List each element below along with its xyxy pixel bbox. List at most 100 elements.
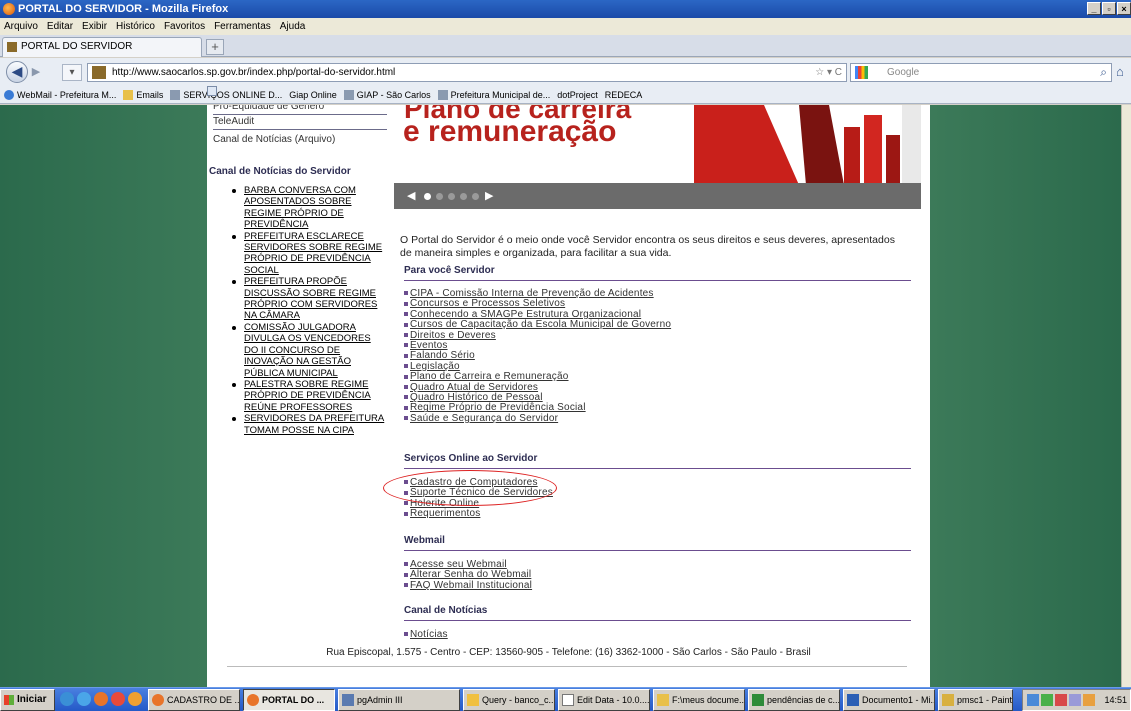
- news-item[interactable]: SERVIDORES DA PREFEITURA TOMAM POSSE NA …: [232, 413, 387, 436]
- banner-next-arrow-icon[interactable]: ▶: [485, 189, 493, 202]
- news-item[interactable]: COMISSÃO JULGADORA DIVULGA OS VENCEDORES…: [232, 322, 387, 379]
- banner-dot-2[interactable]: [436, 193, 443, 200]
- taskbar-item-word[interactable]: Documento1 - Mi...: [843, 689, 935, 711]
- taskbar-item-paint[interactable]: pmsc1 - Paint: [938, 689, 1013, 711]
- home-icon[interactable]: ⌂: [1116, 64, 1124, 79]
- bookmark-webmail[interactable]: WebMail - Prefeitura M...: [4, 89, 116, 100]
- section-title-webmail: Webmail: [404, 535, 911, 551]
- site-identity-icon[interactable]: [92, 66, 106, 79]
- search-input[interactable]: Google ⌕: [850, 63, 1112, 82]
- link-item[interactable]: Saúde e Segurança do Servidor: [404, 413, 671, 424]
- address-bar[interactable]: http://www.saocarlos.sp.gov.br/index.php…: [87, 63, 847, 82]
- bookmark-emails[interactable]: Emails: [123, 89, 164, 100]
- network-icon[interactable]: [1027, 694, 1039, 706]
- link-item[interactable]: Requerimentos: [404, 509, 553, 519]
- update-icon[interactable]: [1055, 694, 1067, 706]
- bullet-icon: [404, 332, 408, 337]
- taskbar-item-portal[interactable]: PORTAL DO ...: [243, 689, 335, 711]
- ie-icon[interactable]: [60, 692, 74, 706]
- new-tab-button[interactable]: +: [206, 39, 224, 55]
- windows-logo-icon: [4, 695, 14, 705]
- bookmark-redeca[interactable]: REDECA: [207, 86, 642, 100]
- word-icon: [847, 694, 859, 706]
- taskbar-item-query[interactable]: Query - banco_c...: [463, 689, 555, 711]
- footer-divider: [227, 666, 907, 667]
- banner-line2: e remuneração: [403, 115, 617, 148]
- news-item[interactable]: BARBA CONVERSA COM APOSENTADOS SOBRE REG…: [232, 185, 387, 231]
- firefox-icon: [3, 3, 15, 15]
- bookmark-label: Emails: [136, 89, 164, 100]
- link-item[interactable]: Notícias: [404, 629, 448, 640]
- menu-favoritos[interactable]: Favoritos: [164, 21, 205, 32]
- banner-slideshow[interactable]: Plano de carreira e remuneração ◀ ▶: [394, 105, 921, 209]
- link-label: Legislação: [410, 360, 460, 372]
- chrome-icon[interactable]: [111, 692, 125, 706]
- taskbar-item-label: pgAdmin III: [357, 695, 403, 705]
- search-placeholder: Google: [887, 67, 920, 78]
- start-button[interactable]: Iniciar: [0, 689, 55, 711]
- bookmark-dotproject[interactable]: dotProject: [207, 86, 598, 100]
- bookmark-giap-online[interactable]: Giap Online: [207, 86, 337, 100]
- table-icon: [562, 694, 574, 706]
- news-item[interactable]: PREFEITURA PROPÕE DISCUSSÃO SOBRE REGIME…: [232, 276, 387, 322]
- taskbar-item-pgadmin[interactable]: pgAdmin III: [338, 689, 460, 711]
- bookmark-servicos-online[interactable]: SERVIÇOS ONLINE D...: [170, 89, 282, 100]
- folder-icon: [657, 694, 669, 706]
- banner-dot-5[interactable]: [472, 193, 479, 200]
- bookmark-prefeitura[interactable]: Prefeitura Municipal de...: [437, 89, 550, 100]
- forward-button[interactable]: ▶: [28, 64, 44, 80]
- news-item[interactable]: PREFEITURA ESCLARECE SERVIDORES SOBRE RE…: [232, 231, 387, 277]
- window-title: PORTAL DO SERVIDOR - Mozilla Firefox: [18, 3, 229, 15]
- menu-arquivo[interactable]: Arquivo: [4, 21, 38, 32]
- tab-bar: PORTAL DO SERVIDOR +: [0, 35, 1131, 57]
- bookmark-giap-sao-carlos[interactable]: GIAP - São Carlos: [343, 89, 431, 100]
- minimize-button[interactable]: _: [1087, 2, 1101, 15]
- link-label: Direitos e Deveres: [410, 329, 496, 341]
- volume-icon[interactable]: [1069, 694, 1081, 706]
- vertical-scrollbar[interactable]: [1121, 105, 1131, 687]
- link-canal-noticias-arquivo[interactable]: Canal de Notícias (Arquivo): [213, 132, 387, 147]
- tab-portal-do-servidor[interactable]: PORTAL DO SERVIDOR: [2, 37, 202, 57]
- menu-ferramentas[interactable]: Ferramentas: [214, 21, 271, 32]
- section-title-canal-noticias: Canal de Notícias: [404, 605, 911, 621]
- banner-dot-3[interactable]: [448, 193, 455, 200]
- history-dropdown-button[interactable]: ▾: [62, 64, 82, 81]
- menu-editar[interactable]: Editar: [47, 21, 73, 32]
- bullet-icon: [404, 562, 408, 567]
- google-icon[interactable]: [855, 66, 868, 79]
- site-icon: [170, 89, 181, 100]
- search-icon[interactable]: ⌕: [1100, 64, 1107, 81]
- menu-ajuda[interactable]: Ajuda: [280, 21, 306, 32]
- close-button[interactable]: ×: [1117, 2, 1131, 15]
- firefox-icon[interactable]: [94, 692, 108, 706]
- messenger-icon[interactable]: [1083, 694, 1095, 706]
- link-label: Alterar Senha do Webmail: [410, 569, 532, 581]
- taskbar-item-label: F:\meus docume...: [672, 695, 745, 705]
- quick-launch: [60, 692, 145, 706]
- url-controls[interactable]: ☆ ▾ C: [815, 64, 842, 81]
- banner-prev-arrow-icon[interactable]: ◀: [407, 189, 415, 202]
- link-item[interactable]: FAQ Webmail Institucional: [404, 580, 532, 591]
- link-teleaudit[interactable]: TeleAudit: [213, 114, 387, 130]
- news-item[interactable]: PALESTRA SOBRE REGIME PRÓPRIO DE PREVIDÊ…: [232, 379, 387, 413]
- banner-dot-4[interactable]: [460, 193, 467, 200]
- banner-dot-1[interactable]: [424, 193, 431, 200]
- taskbar-item-label: Query - banco_c...: [482, 695, 555, 705]
- clock: 14:51: [1104, 695, 1127, 705]
- menu-exibir[interactable]: Exibir: [82, 21, 107, 32]
- taskbar-item-explorer[interactable]: F:\meus docume...: [653, 689, 745, 711]
- back-button[interactable]: ◀: [6, 61, 28, 83]
- taskbar-item-label: pendências de c...: [767, 695, 840, 705]
- link-label: Eventos: [410, 340, 448, 352]
- maximize-button[interactable]: ▫: [1102, 2, 1116, 15]
- taskbar-item-excel[interactable]: pendências de c...: [748, 689, 840, 711]
- link-label: Quadro Atual de Servidores: [410, 381, 539, 393]
- menu-historico[interactable]: Histórico: [116, 21, 155, 32]
- background-right: [930, 105, 1121, 687]
- desktop-icon[interactable]: [77, 692, 91, 706]
- antivirus-icon[interactable]: [1041, 694, 1053, 706]
- taskbar-item-cadastro[interactable]: CADASTRO DE ...: [148, 689, 240, 711]
- bullet-icon: [404, 343, 408, 348]
- media-icon[interactable]: [128, 692, 142, 706]
- taskbar-item-edit-data[interactable]: Edit Data - 10.0....: [558, 689, 650, 711]
